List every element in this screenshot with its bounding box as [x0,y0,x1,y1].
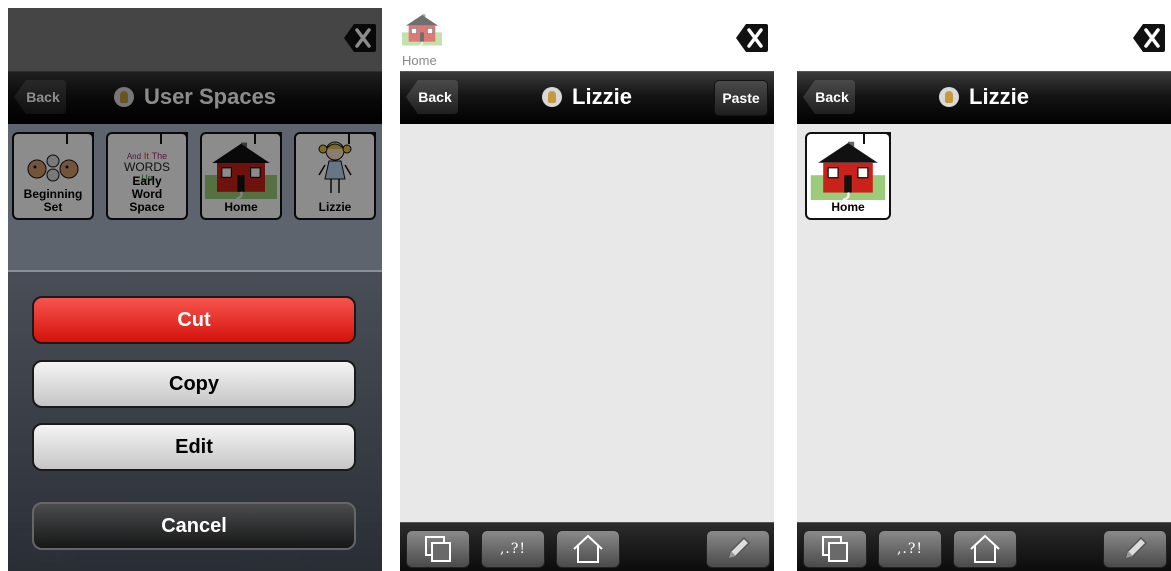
lizzie-paste-screen: Home Back Lizzie Paste ,.?! [400,8,774,571]
home-icon [571,534,605,564]
user-spaces-screen: Back User Spaces Beginning Set And It Th… [8,8,382,571]
action-sheet: Cut Copy Edit Cancel [8,270,382,571]
folder-home[interactable]: Home [805,132,891,220]
bottom-toolbar: ,.?! [797,522,1171,571]
pencil-icon [1120,534,1150,564]
tile-label: Home [831,200,865,214]
pages-icon [423,534,453,564]
user-avatar-icon [542,87,563,107]
punctuation-button[interactable]: ,.?! [481,530,545,568]
paste-button[interactable]: Paste [714,80,768,116]
edit-pencil-button[interactable] [706,530,770,568]
lizzie-pasted-screen: Back Lizzie Home ,.?! [797,8,1171,571]
message-bar[interactable]: Home [400,8,774,71]
message-item-label: Home [402,53,437,68]
house-icon [810,136,886,202]
nav-bar: Back Lizzie [797,71,1171,124]
nav-bar: Back Lizzie Paste [400,71,774,124]
pages-button[interactable] [406,530,470,568]
bottom-toolbar: ,.?! [400,522,774,571]
cancel-button[interactable]: Cancel [32,502,356,550]
page-title-text: Lizzie [969,84,1029,109]
cut-button[interactable]: Cut [32,296,356,344]
edit-button[interactable]: Edit [32,423,356,471]
punctuation-button[interactable]: ,.?! [878,530,942,568]
copy-button[interactable]: Copy [32,360,356,408]
user-avatar-icon [939,87,960,107]
home-button[interactable] [953,530,1017,568]
house-icon [402,12,442,46]
clear-message-icon[interactable] [1133,24,1165,52]
page-title-text: Lizzie [572,84,632,109]
clear-message-icon[interactable] [736,24,768,52]
pages-icon [820,534,850,564]
edit-pencil-button[interactable] [1103,530,1167,568]
home-icon [968,534,1002,564]
home-button[interactable] [556,530,620,568]
message-bar[interactable] [797,8,1171,71]
page-title: Lizzie [797,84,1171,110]
pencil-icon [723,534,753,564]
pages-button[interactable] [803,530,867,568]
